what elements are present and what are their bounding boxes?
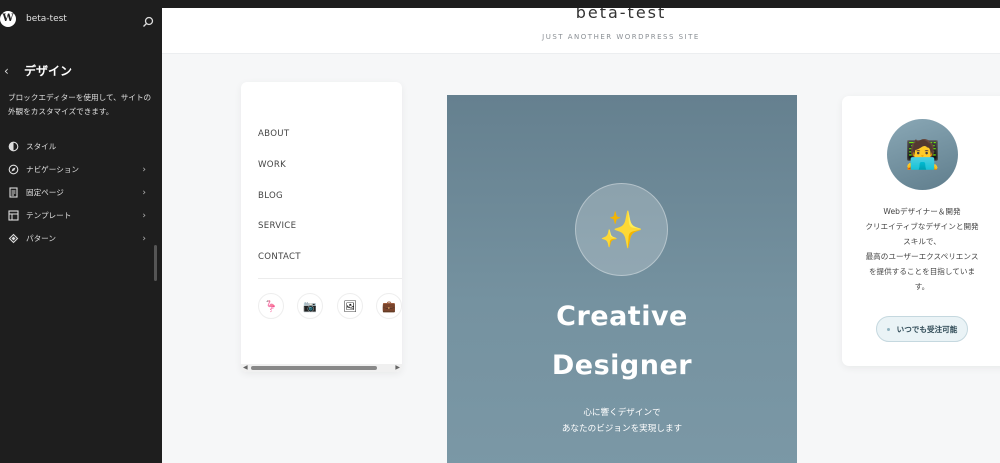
sidebar-nav: スタイル ナビゲーション › 固定ページ › テンプレート › パターン › (0, 135, 162, 250)
available-button[interactable]: いつでも受注可能 (876, 316, 968, 342)
menu-divider (258, 278, 402, 279)
scroll-right-icon[interactable]: ▶ (395, 364, 400, 371)
profile-line: を提供することを目指していま (868, 267, 976, 276)
hero-title-line1: Creative (556, 301, 688, 332)
hero-subtitle-line1: 心に響くデザインで (583, 408, 661, 418)
sidebar-item-patterns[interactable]: パターン › (0, 227, 162, 250)
site-tagline: JUST ANOTHER WORDPRESS SITE (542, 33, 700, 41)
back-chevron-icon[interactable]: ‹ (4, 64, 18, 78)
available-button-label: いつでも受注可能 (896, 324, 958, 334)
wordpress-logo-icon[interactable]: W (0, 11, 16, 27)
sidebar-top-bar: W beta-test (0, 0, 162, 38)
sidebar-item-label: ナビゲーション (26, 165, 80, 174)
chevron-right-icon: › (142, 210, 146, 221)
sidebar-item-templates[interactable]: テンプレート › (0, 204, 162, 227)
menu-item-blog[interactable]: BLOG (258, 191, 283, 201)
menu-item-contact[interactable]: CONTACT (258, 252, 301, 262)
chevron-right-icon: › (142, 233, 146, 244)
hero-subtitle: 心に響くデザインで あなたのビジョンを実現します (447, 405, 797, 437)
sidebar-item-label: パターン (26, 234, 56, 243)
picture-icon[interactable]: 🖼 (337, 293, 363, 319)
scroll-left-icon[interactable]: ◀ (243, 364, 248, 371)
sidebar-item-styles[interactable]: スタイル (0, 135, 162, 158)
profile-line: す。 (914, 282, 930, 291)
hero-subtitle-line2: あなたのビジョンを実現します (561, 424, 683, 434)
site-header: beta-test JUST ANOTHER WORDPRESS SITE (162, 8, 1000, 54)
profile-card: 🧑‍💻 Webデザイナー＆開発 クリエイティブなデザインと開発 スキルで、 最高… (842, 96, 1000, 366)
avatar: 🧑‍💻 (887, 119, 958, 190)
pattern-icon (8, 233, 19, 244)
status-dot-icon (886, 327, 890, 331)
navigation-icon (8, 164, 19, 175)
profile-description: Webデザイナー＆開発 クリエイティブなデザインと開発 スキルで、 最高のユーザ… (842, 204, 1000, 294)
sidebar-item-label: スタイル (26, 142, 57, 151)
menu-item-work[interactable]: WORK (258, 160, 286, 170)
flamingo-icon[interactable]: 🦩 (258, 293, 284, 319)
briefcase-icon[interactable]: 💼 (376, 293, 402, 319)
sidebar-description: ブロックエディターを使用して、サイトの外観をカスタマイズできます。 (8, 93, 152, 116)
profile-line: 最高のユーザーエクスペリエンス (865, 252, 979, 261)
sidebar-item-pages[interactable]: 固定ページ › (0, 181, 162, 204)
sparkles-icon: ✨ (575, 183, 668, 276)
menu-item-about[interactable]: ABOUT (258, 129, 289, 139)
editor-canvas[interactable]: beta-test JUST ANOTHER WORDPRESS SITE AB… (162, 8, 1000, 463)
site-title[interactable]: beta-test (162, 8, 1000, 22)
search-icon[interactable] (142, 13, 154, 27)
sidebar-header: ‹ デザイン (0, 62, 162, 79)
menu-item-service[interactable]: SERVICE (258, 221, 296, 231)
chevron-right-icon: › (142, 187, 146, 198)
profile-line: クリエイティブなデザインと開発 (865, 222, 979, 231)
camera-icon[interactable]: 📷 (297, 293, 323, 319)
sidebar-scrollbar[interactable] (154, 245, 157, 281)
scrollbar-thumb[interactable] (251, 366, 377, 370)
hero-title-line2: Designer (551, 350, 693, 381)
chevron-right-icon: › (142, 164, 146, 175)
sidebar-title: デザイン (24, 64, 73, 78)
nav-menu-card: ABOUT WORK BLOG SERVICE CONTACT 🦩 📷 🖼 💼 … (241, 82, 402, 372)
sidebar-item-navigation[interactable]: ナビゲーション › (0, 158, 162, 181)
logo-letter: W (2, 13, 14, 24)
profile-line: Webデザイナー＆開発 (883, 207, 961, 216)
hero-section: ✨ Creative Designer 心に響くデザインで あなたのビジョンを実… (447, 95, 797, 463)
profile-line: スキルで、 (903, 237, 941, 246)
horizontal-scrollbar[interactable]: ◀ ▶ (241, 364, 402, 372)
page-icon (8, 187, 19, 198)
editor-sidebar: W beta-test ‹ デザイン ブロックエディターを使用して、サイトの外観… (0, 0, 162, 463)
sidebar-item-label: 固定ページ (26, 188, 64, 197)
template-icon (8, 210, 19, 221)
site-name[interactable]: beta-test (26, 14, 67, 24)
styles-icon (8, 141, 19, 152)
sidebar-item-label: テンプレート (26, 211, 72, 220)
